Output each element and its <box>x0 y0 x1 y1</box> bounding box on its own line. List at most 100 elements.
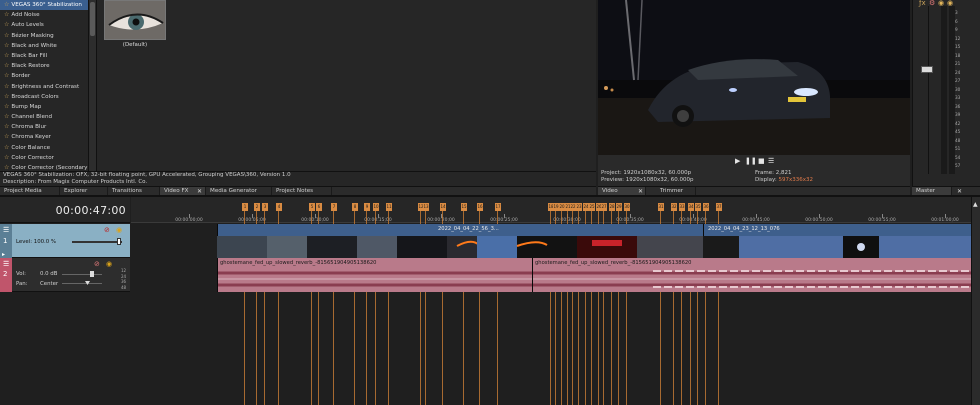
pan-slider[interactable] <box>62 283 102 284</box>
preset-thumbnail[interactable] <box>104 0 166 40</box>
timeline-marker[interactable]: 13 <box>423 203 429 211</box>
solo-icon[interactable]: ◉ <box>106 260 112 268</box>
level-slider-handle[interactable] <box>117 238 121 245</box>
timeline-marker[interactable]: 30 <box>624 203 630 211</box>
fx-list-item-label: Border <box>11 73 31 80</box>
audio-event-2[interactable]: ghostemane_fed_up_slowed_reverb_-8156519… <box>532 258 972 292</box>
close-icon[interactable]: ✕ <box>957 188 962 195</box>
level-slider[interactable] <box>72 241 122 243</box>
timeline-marker[interactable]: 23 <box>576 203 582 211</box>
fx-icon[interactable]: ƒx <box>919 0 926 7</box>
timeline-marker[interactable]: 7 <box>331 203 337 211</box>
timeline-marker[interactable]: 27 <box>601 203 607 211</box>
scroll-up-icon[interactable]: ▲ <box>973 201 978 208</box>
fx-list-item[interactable]: ☆ Color Corrector <box>0 153 96 163</box>
fx-list-item[interactable]: ☆ Black Restore <box>0 61 96 71</box>
audio-event-1[interactable]: ghostemane_fed_up_slowed_reverb_-8156519… <box>217 258 533 292</box>
timeline-marker[interactable]: 29 <box>616 203 622 211</box>
fx-list-item[interactable]: ☆ Black Bar Fill <box>0 51 96 61</box>
video-track-lane[interactable]: 2022_04_04_22_56_3... 2022_04_04_23_12_1… <box>131 224 971 258</box>
timeline-marker[interactable]: 28 <box>609 203 615 211</box>
db-scale-label: 30 <box>955 86 961 92</box>
timeline-vertical-scrollbar[interactable]: ▲ <box>971 197 980 405</box>
timeline-marker[interactable]: 3 <box>262 203 268 211</box>
star-icon: ☆ <box>4 113 10 121</box>
timeline-marker[interactable]: 8 <box>352 203 358 211</box>
db-scale-label: 12 <box>955 35 961 41</box>
timeline-marker[interactable]: 4 <box>276 203 282 211</box>
timeline-marker[interactable]: 32 <box>671 203 677 211</box>
fx-list-item[interactable]: ☆ Brightness and Contrast <box>0 82 96 92</box>
pause-icon[interactable]: ❚❚ <box>745 157 757 165</box>
video-track-header[interactable]: ☰ 1 ⊘ ◉ Level: 100.0 % ▸ <box>0 224 130 258</box>
stop-icon[interactable]: ■ <box>758 157 765 165</box>
fx-list-item[interactable]: ☆ Border <box>0 71 96 81</box>
star-icon: ☆ <box>4 21 10 29</box>
audio-track-header[interactable]: ☰ 2 ⊘ ◉ Vol: 0.0 dB Pan: Center 12 24 36 48 <box>0 258 130 292</box>
star-icon: ☆ <box>4 164 10 171</box>
timeline-marker[interactable]: 34 <box>688 203 694 211</box>
video-event-1-header[interactable]: 2022_04_04_22_56_3... <box>217 224 703 236</box>
timeline-marker[interactable]: 15 <box>461 203 467 211</box>
video-event-1-thumbnails[interactable] <box>217 236 703 258</box>
audio-track-lane[interactable]: ghostemane_fed_up_slowed_reverb_-8156519… <box>131 258 972 292</box>
fx-list-item[interactable]: ☆ Bézier Masking <box>0 31 96 41</box>
mute-icon[interactable]: ⊘ <box>94 260 100 268</box>
video-event-2-header[interactable]: 2022_04_04_23_12_13_076 <box>703 224 971 236</box>
menu-icon[interactable]: ☰ <box>3 260 9 268</box>
db-scale-label: 18 <box>955 52 961 58</box>
timeline-marker[interactable]: 36 <box>703 203 709 211</box>
fx-list-item[interactable]: ☆ Black and White <box>0 41 96 51</box>
play-icon[interactable]: ▶ <box>735 157 740 165</box>
fx-list-scrollbar[interactable] <box>88 0 96 171</box>
ruler-tick-label: 00:00:15;00 <box>364 218 392 223</box>
timeline-marker[interactable]: 33 <box>679 203 685 211</box>
timeline-marker[interactable]: 31 <box>658 203 664 211</box>
timeline-marker[interactable]: 11 <box>386 203 392 211</box>
fx-list-item[interactable]: ☆ Chroma Blur <box>0 122 96 132</box>
mute-icon[interactable]: ⊘ <box>104 226 110 234</box>
db-scale-label: 3 <box>955 10 958 15</box>
frame-label: Frame: <box>755 170 774 176</box>
timeline-marker[interactable]: 37 <box>716 203 722 211</box>
timeline-marker[interactable]: 14 <box>440 203 446 211</box>
star-icon: ☆ <box>4 143 10 151</box>
fx-list-item[interactable]: ☆ Add Noise <box>0 10 96 20</box>
meter-scale-label: 24 <box>121 273 127 279</box>
vol-slider-handle[interactable] <box>90 271 94 277</box>
expand-icon[interactable]: ▸ <box>2 251 5 258</box>
preview-value: 1920x1080x32, 60.000p <box>625 176 694 183</box>
fx-list-item[interactable]: ☆ Bump Map <box>0 102 96 112</box>
timeline-marker[interactable]: 35 <box>695 203 701 211</box>
timeline-marker[interactable]: 16 <box>477 203 483 211</box>
timeline-marker[interactable]: 2 <box>254 203 260 211</box>
star-icon: ☆ <box>4 51 10 59</box>
timeline-marker[interactable]: 17 <box>495 203 501 211</box>
close-icon[interactable]: ✕ <box>197 188 202 195</box>
fx-list-item[interactable]: ☆ Auto Levels <box>0 20 96 30</box>
timeline-marker[interactable]: 9 <box>364 203 370 211</box>
timeline-marker[interactable]: 10 <box>373 203 379 211</box>
timeline-marker[interactable]: 1 <box>242 203 248 211</box>
menu-icon[interactable]: ☰ <box>768 157 774 165</box>
fx-list-item[interactable]: ☆ Channel Blend <box>0 112 96 122</box>
timeline-marker[interactable]: 25 <box>589 203 595 211</box>
fx-list-item[interactable]: ☆ Broadcast Colors <box>0 92 96 102</box>
fx-list-item[interactable]: ☆ Color Corrector (Secondary) <box>0 163 96 171</box>
video-preview-window <box>598 0 910 155</box>
timeline-marker[interactable]: 6 <box>316 203 322 211</box>
fx-list-item[interactable]: ☆ Color Balance <box>0 143 96 153</box>
fx-list-item[interactable]: ☆ VEGAS 360° Stabilization <box>0 0 96 11</box>
solo-icon[interactable]: ◉ <box>116 226 122 234</box>
fx-list-item[interactable]: ☆ Chroma Keyer <box>0 132 96 142</box>
scrollbar-thumb[interactable] <box>90 2 95 36</box>
track-number: 1 <box>3 237 8 245</box>
timeline-marker[interactable]: 5 <box>309 203 315 211</box>
vol-slider[interactable] <box>62 274 102 275</box>
video-fx-list[interactable]: ☆ VEGAS 360° Stabilization ☆ Add Noise ☆ Auto… <box>0 0 96 171</box>
close-icon[interactable]: ✕ <box>638 188 643 195</box>
master-fader-handle[interactable] <box>921 66 933 73</box>
settings-icon[interactable]: ⚙ <box>929 0 935 7</box>
video-event-2-thumbnails[interactable] <box>703 236 971 258</box>
menu-icon[interactable]: ☰ <box>3 226 9 234</box>
